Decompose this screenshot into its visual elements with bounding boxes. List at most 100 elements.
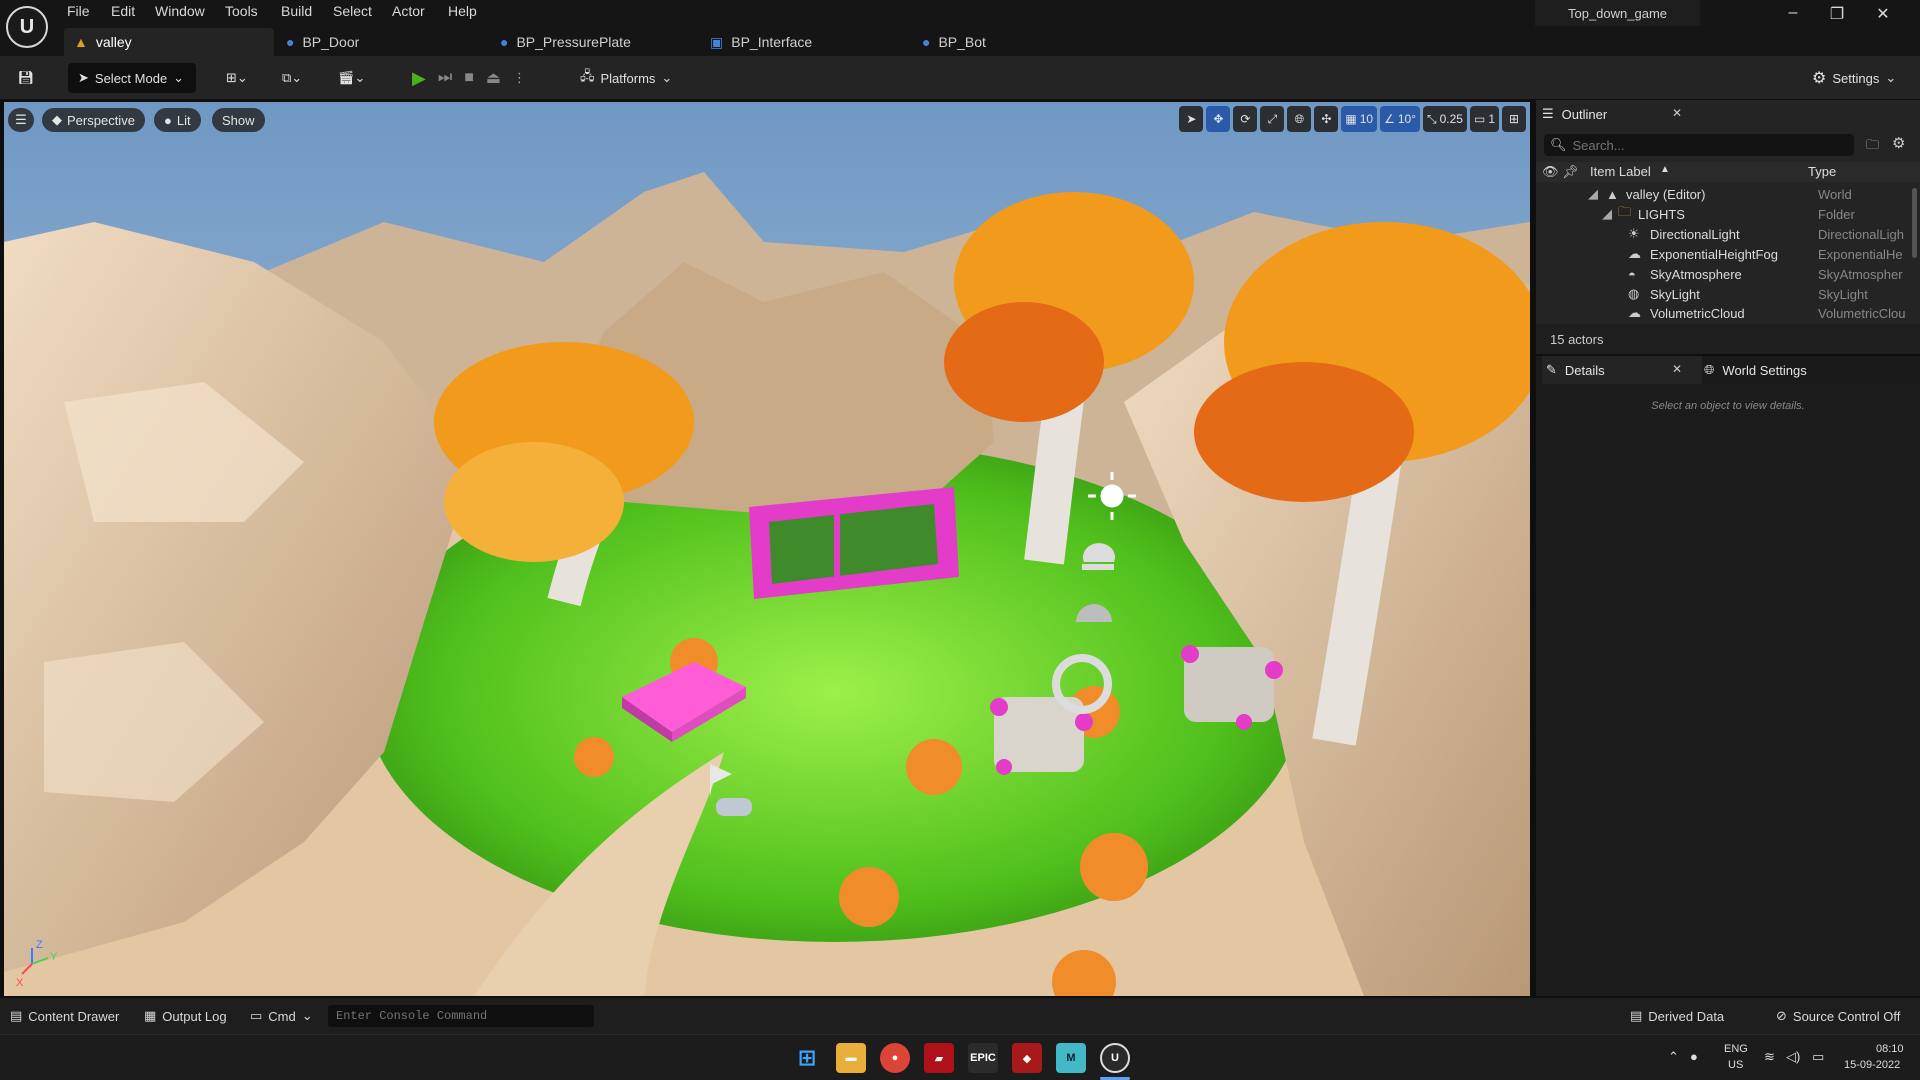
world-space-icon[interactable]: 🌐︎ bbox=[1287, 106, 1312, 132]
tab-bp-interface[interactable]: ▣ BP_Interface bbox=[700, 28, 910, 56]
scale-snap-value[interactable]: 0.25 bbox=[1440, 112, 1463, 126]
wifi-icon[interactable]: ≋ bbox=[1764, 1049, 1775, 1065]
chevron-up-icon[interactable]: ⌃ bbox=[1668, 1049, 1679, 1065]
file-explorer-icon[interactable]: ▬ bbox=[836, 1043, 866, 1073]
surface-snap-icon[interactable]: ✣ bbox=[1314, 106, 1339, 132]
viewport-menu-icon[interactable]: ☰ bbox=[8, 108, 34, 132]
select-tool-icon[interactable]: ➤ bbox=[1179, 106, 1204, 132]
scrollbar[interactable] bbox=[1912, 188, 1917, 258]
chrome-icon[interactable]: ● bbox=[880, 1043, 910, 1073]
eject-icon[interactable]: ⏏ bbox=[486, 68, 501, 88]
scale-snap-toggle[interactable]: ⤡ 0.25 bbox=[1423, 106, 1467, 132]
add-folder-icon[interactable]: 🗀︎ bbox=[1866, 136, 1879, 158]
save-icon[interactable]: 💾︎ bbox=[12, 63, 40, 93]
search-box[interactable]: 🔍︎ bbox=[1544, 134, 1854, 156]
tree-row-directionallight[interactable]: ☀ DirectionalLight DirectionalLigh bbox=[1536, 224, 1920, 244]
search-input[interactable] bbox=[1572, 137, 1843, 153]
grid-snap-value[interactable]: 10 bbox=[1360, 112, 1373, 126]
menu-build[interactable]: Build bbox=[281, 3, 312, 19]
tree-row-skyatmosphere[interactable]: ◓ SkyAtmosphere SkyAtmospher bbox=[1536, 264, 1920, 284]
windows-taskbar: ⊞ ▬ ● ▰ EPIC ◆ M U ⌃ ● ENG US ≋ ◁) ▭ 08:… bbox=[0, 1034, 1920, 1080]
console-field[interactable] bbox=[328, 1005, 594, 1027]
tab-bp-pressureplate[interactable]: ● BP_PressurePlate bbox=[490, 28, 700, 56]
pin-icon[interactable]: 📌︎ bbox=[1562, 164, 1579, 180]
unreal-engine-icon[interactable]: U bbox=[1100, 1043, 1130, 1073]
tree-row-world[interactable]: ◢ ▲ valley (Editor) World bbox=[1536, 184, 1920, 204]
tab-world-settings[interactable]: 🌐︎ World Settings bbox=[1704, 356, 1874, 384]
level-viewport[interactable]: Z Y X ☰ ◆ Perspective ● Lit Show ➤ ✥ ⟳ ⤢… bbox=[4, 102, 1530, 996]
menu-select[interactable]: Select bbox=[333, 3, 372, 19]
rotation-snap-toggle[interactable]: ∠ 10° bbox=[1380, 106, 1420, 132]
close-icon[interactable]: ✕ bbox=[1868, 4, 1898, 28]
close-icon[interactable]: ✕ bbox=[1672, 362, 1682, 376]
maximize-viewport-icon[interactable]: ⊞ bbox=[1502, 106, 1526, 132]
close-icon[interactable]: ✕ bbox=[1672, 106, 1682, 120]
app-mask-icon[interactable]: ◆ bbox=[1012, 1043, 1042, 1073]
expand-arrow-icon[interactable]: ◢ bbox=[1588, 186, 1598, 202]
title-bar: U File Edit Window Tools Build Select Ac… bbox=[0, 0, 1920, 56]
rotation-snap-value[interactable]: 10° bbox=[1398, 112, 1416, 126]
restore-icon[interactable]: ❐ bbox=[1822, 4, 1852, 28]
platforms-dropdown[interactable]: 🖧︎ Platforms ⌄ bbox=[580, 63, 680, 93]
minimize-icon[interactable]: – bbox=[1778, 4, 1808, 28]
expand-arrow-icon[interactable]: ◢ bbox=[1602, 206, 1612, 222]
console-input[interactable] bbox=[336, 1009, 586, 1023]
menu-edit[interactable]: Edit bbox=[111, 3, 135, 19]
battery-icon[interactable]: ▭ bbox=[1812, 1049, 1824, 1065]
stop-icon[interactable]: ■ bbox=[464, 69, 474, 87]
volume-icon[interactable]: ◁) bbox=[1786, 1049, 1800, 1065]
scale-tool-icon[interactable]: ⤢ bbox=[1260, 106, 1285, 132]
lit-button[interactable]: ● Lit bbox=[154, 108, 201, 132]
clock-date[interactable]: 15-09-2022 bbox=[1844, 1059, 1900, 1071]
tab-outliner[interactable]: ☰ Outliner bbox=[1542, 100, 1722, 128]
grid-snap-toggle[interactable]: ▦ 10 bbox=[1341, 106, 1378, 132]
epic-games-icon[interactable]: EPIC bbox=[968, 1043, 998, 1073]
chevron-down-icon: ⌄ bbox=[1885, 70, 1897, 85]
scene-render: Z Y X bbox=[4, 102, 1530, 996]
clock-time[interactable]: 08:10 bbox=[1876, 1043, 1904, 1055]
visibility-icon[interactable]: 👁︎ bbox=[1542, 164, 1559, 180]
content-drawer-button[interactable]: ▤ Content Drawer bbox=[10, 1006, 119, 1026]
step-icon[interactable]: ⏭ bbox=[438, 69, 452, 87]
region-indicator[interactable]: US bbox=[1728, 1059, 1743, 1071]
tab-bp-door[interactable]: ● BP_Door bbox=[276, 28, 486, 56]
cmd-dropdown[interactable]: ▭ Cmd ⌄ bbox=[250, 1006, 313, 1026]
output-log-button[interactable]: ▦ Output Log bbox=[144, 1006, 227, 1026]
col-type[interactable]: Type bbox=[1808, 164, 1836, 179]
show-button[interactable]: Show bbox=[212, 108, 265, 132]
menu-help[interactable]: Help bbox=[448, 3, 477, 19]
unreal-logo-icon[interactable]: U bbox=[6, 6, 48, 48]
details-title: Details bbox=[1564, 362, 1605, 378]
menu-window[interactable]: Window bbox=[155, 3, 205, 19]
tree-type: World bbox=[1818, 186, 1852, 202]
blueprint-menu-icon[interactable]: ⧉⌄ bbox=[282, 63, 322, 93]
source-control-button[interactable]: ⊘ Source Control Off bbox=[1776, 1006, 1900, 1026]
language-indicator[interactable]: ENG bbox=[1724, 1043, 1748, 1055]
select-mode-dropdown[interactable]: ➤ Select Mode ⌄ bbox=[68, 63, 196, 93]
app-red-icon[interactable]: ▰ bbox=[924, 1043, 954, 1073]
menu-file[interactable]: File bbox=[67, 3, 90, 19]
tree-row-volumetriccloud[interactable]: ☁ VolumetricCloud VolumetricClou bbox=[1536, 304, 1920, 322]
camera-speed-button[interactable]: ▭ 1 bbox=[1469, 106, 1499, 132]
tray-app-icon[interactable]: ● bbox=[1690, 1049, 1698, 1064]
windows-start-icon[interactable]: ⊞ bbox=[792, 1043, 822, 1073]
add-actor-icon[interactable]: ⊞⌄ bbox=[226, 63, 262, 93]
col-item-label[interactable]: Item Label bbox=[1590, 164, 1651, 179]
more-options-icon[interactable]: ⋮ bbox=[513, 70, 526, 86]
gear-icon[interactable]: ⚙ bbox=[1892, 134, 1905, 152]
play-icon[interactable]: ▶ bbox=[412, 68, 426, 89]
cinematics-icon[interactable]: 🎬︎⌄ bbox=[338, 63, 378, 93]
rotate-tool-icon[interactable]: ⟳ bbox=[1233, 106, 1258, 132]
app-m-icon[interactable]: M bbox=[1056, 1043, 1086, 1073]
translate-tool-icon[interactable]: ✥ bbox=[1206, 106, 1231, 132]
tab-valley[interactable]: ▲ valley bbox=[64, 28, 274, 56]
menu-actor[interactable]: Actor bbox=[392, 3, 425, 19]
tree-row-skylight[interactable]: ◍ SkyLight SkyLight bbox=[1536, 284, 1920, 304]
menu-tools[interactable]: Tools bbox=[225, 3, 258, 19]
tree-row-lights[interactable]: ◢ 🗀︎ LIGHTS Folder bbox=[1536, 204, 1920, 224]
settings-dropdown[interactable]: ⚙ Settings ⌄ bbox=[1812, 63, 1908, 93]
tree-row-fog[interactable]: ☁ ExponentialHeightFog ExponentialHe bbox=[1536, 244, 1920, 264]
tab-bp-bot[interactable]: ● BP_Bot bbox=[912, 28, 1122, 56]
derived-data-button[interactable]: ▤ Derived Data bbox=[1630, 1006, 1724, 1026]
perspective-button[interactable]: ◆ Perspective bbox=[42, 108, 145, 132]
